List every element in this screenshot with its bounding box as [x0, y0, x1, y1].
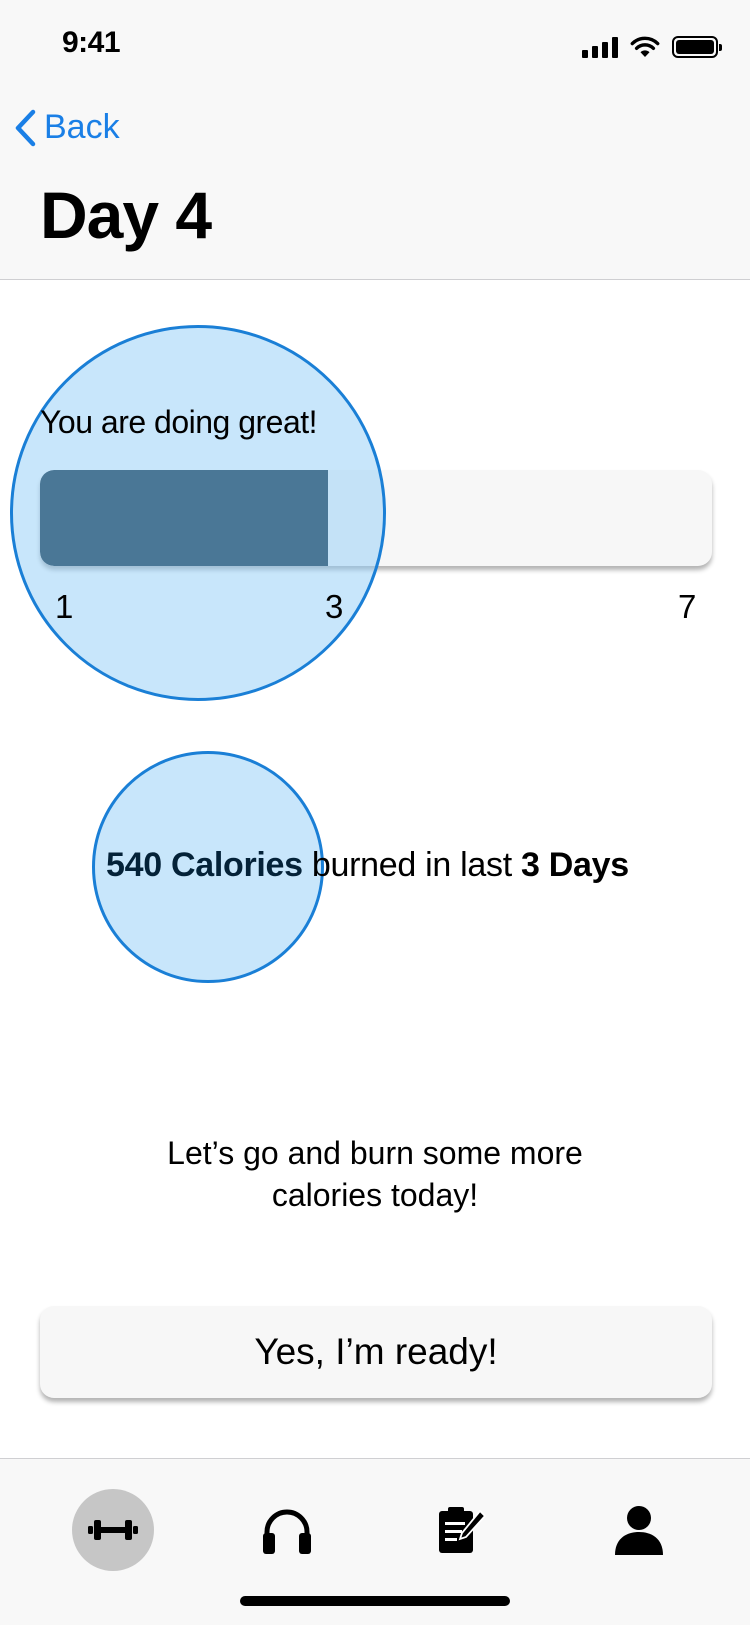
- calories-period: 3 Days: [521, 846, 629, 884]
- highlight-circle-progress: [10, 325, 386, 701]
- back-label: Back: [44, 108, 120, 146]
- status-time: 9:41: [62, 26, 121, 59]
- headphones-icon: [263, 1509, 311, 1554]
- calories-middle-text: burned in last: [311, 846, 512, 884]
- home-indicator: [240, 1596, 510, 1606]
- back-button[interactable]: Back: [14, 108, 120, 147]
- motivation-line-2: calories today!: [271, 1177, 479, 1213]
- motivation-line-1: Let’s go and burn some more: [167, 1135, 583, 1171]
- progress-max-label: 7: [678, 588, 697, 625]
- page-title: Day 4: [40, 178, 212, 252]
- tab-journal[interactable]: [420, 1489, 502, 1571]
- ready-button[interactable]: Yes, I’m ready!: [40, 1306, 712, 1398]
- status-icons: [582, 32, 722, 58]
- tab-audio[interactable]: [246, 1489, 328, 1571]
- progress-message: You are doing great!: [40, 404, 318, 440]
- calories-amount: 540 Calories: [106, 846, 303, 884]
- calories-summary: 540 Calories burned in last 3 Days: [106, 846, 629, 885]
- battery-icon: [672, 36, 722, 58]
- chevron-left-icon: [15, 109, 36, 146]
- dumbbell-icon: [88, 1520, 138, 1540]
- wifi-icon: [630, 36, 660, 57]
- clipboard-edit-icon: [439, 1507, 486, 1553]
- motivation-text: Let’s go and burn some more calories tod…: [0, 1132, 750, 1216]
- cellular-signal-icon: [582, 36, 618, 58]
- progress-min-label: 1: [55, 588, 74, 625]
- progress-current-label: 3: [325, 588, 344, 625]
- user-icon: [615, 1506, 663, 1555]
- navigation-header: 9:41 Back Day 4: [0, 0, 750, 280]
- tab-profile[interactable]: [598, 1489, 680, 1571]
- tab-workout[interactable]: [72, 1489, 154, 1571]
